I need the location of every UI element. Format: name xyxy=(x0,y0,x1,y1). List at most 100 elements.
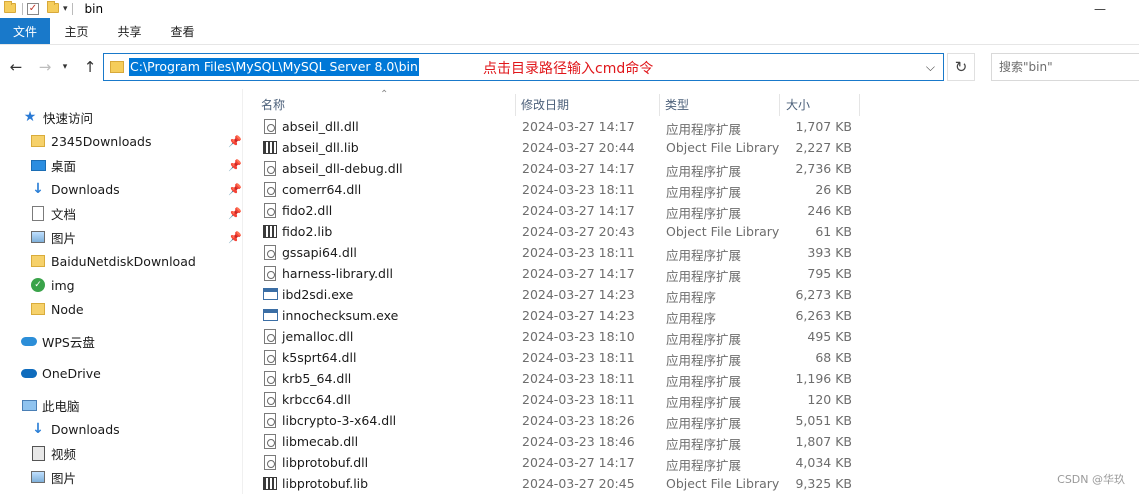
pin-icon[interactable]: 📌 xyxy=(228,231,242,244)
file-row[interactable]: krbcc64.dll 2024-03-23 18:11 应用程序扩展 120 KB xyxy=(258,389,858,410)
column-header-type[interactable]: 类型 xyxy=(665,92,775,116)
library-file-icon xyxy=(263,141,277,154)
search-box[interactable] xyxy=(991,53,1139,81)
sidebar-item-pc-downloads[interactable]: ↓ Downloads xyxy=(30,417,120,441)
sidebar-item-img[interactable]: ✓ img xyxy=(30,273,75,297)
tab-view[interactable]: 查看 xyxy=(156,18,209,44)
sidebar-item-quick-access[interactable]: ★ 快速访问 xyxy=(22,105,93,129)
sidebar-item-videos[interactable]: 视频 xyxy=(30,441,76,465)
pin-icon[interactable]: 📌 xyxy=(228,135,242,148)
dll-file-icon xyxy=(264,161,276,176)
forward-arrow-icon[interactable]: → xyxy=(34,56,56,78)
sidebar-item-documents[interactable]: 文档 xyxy=(30,201,76,225)
file-row[interactable]: k5sprt64.dll 2024-03-23 18:11 应用程序扩展 68 KB xyxy=(258,347,858,368)
sidebar-item-onedrive[interactable]: OneDrive xyxy=(21,361,101,385)
refresh-button[interactable]: ↻ xyxy=(947,53,975,81)
video-icon xyxy=(30,445,46,461)
pin-icon[interactable]: 📌 xyxy=(228,183,242,196)
file-row[interactable]: innochecksum.exe 2024-03-27 14:23 应用程序 6,26… xyxy=(258,305,858,326)
dll-file-icon xyxy=(264,371,276,386)
file-list: ⌃ 名称 修改日期 类型 大小 abseil_dll.dll 2024-03-27… xyxy=(243,89,1139,494)
file-row[interactable]: libcrypto-3-x64.dll 2024-03-23 18:26 应用程序扩… xyxy=(258,410,858,431)
column-divider[interactable] xyxy=(659,94,660,116)
file-name: innochecksum.exe xyxy=(282,308,399,323)
pin-icon[interactable]: 📌 xyxy=(228,159,242,172)
picture-icon xyxy=(30,229,46,245)
file-size: 68 KB xyxy=(815,350,852,365)
dll-file-icon xyxy=(264,182,276,197)
sidebar-item-this-pc[interactable]: 此电脑 xyxy=(21,393,80,417)
file-row[interactable]: harness-library.dll 2024-03-27 14:17 应用程序扩… xyxy=(258,263,858,284)
up-arrow-icon[interactable]: ↑ xyxy=(79,56,101,78)
file-row[interactable]: libmecab.dll 2024-03-23 18:46 应用程序扩展 1,807 … xyxy=(258,431,858,452)
tab-file[interactable]: 文件 xyxy=(0,18,50,44)
file-row[interactable]: fido2.lib 2024-03-27 20:43 Object File Lib… xyxy=(258,221,858,242)
file-size: 2,736 KB xyxy=(795,161,852,176)
dll-file-icon xyxy=(264,455,276,470)
file-row[interactable]: krb5_64.dll 2024-03-23 18:11 应用程序扩展 1,196 K… xyxy=(258,368,858,389)
file-size: 1,196 KB xyxy=(795,371,852,386)
file-name: fido2.lib xyxy=(282,224,333,239)
column-divider[interactable] xyxy=(515,94,516,116)
tab-share[interactable]: 共享 xyxy=(103,18,156,44)
file-date: 2024-03-23 18:11 xyxy=(522,245,635,260)
file-row[interactable]: libprotobuf.dll 2024-03-27 14:17 应用程序扩展 4,0… xyxy=(258,452,858,473)
sidebar-item-pc-pictures[interactable]: 图片 xyxy=(30,465,76,489)
file-type: 应用程序 xyxy=(666,311,717,326)
column-divider[interactable] xyxy=(859,94,860,116)
sidebar-item-label: Downloads xyxy=(51,181,120,197)
file-row[interactable]: gssapi64.dll 2024-03-23 18:11 应用程序扩展 393 KB xyxy=(258,242,858,263)
onedrive-cloud-icon xyxy=(21,365,37,381)
column-header-size[interactable]: 大小 xyxy=(786,92,856,116)
file-size: 26 KB xyxy=(815,182,852,197)
address-path[interactable]: C:\Program Files\MySQL\MySQL Server 8.0\… xyxy=(129,58,419,76)
download-arrow-icon: ↓ xyxy=(32,421,44,437)
file-name: libmecab.dll xyxy=(282,434,359,449)
sidebar-item-node[interactable]: Node xyxy=(30,297,84,321)
sidebar-item-wps-cloud[interactable]: WPS云盘 xyxy=(21,329,95,353)
new-folder-icon[interactable] xyxy=(47,1,61,15)
file-size: 246 KB xyxy=(807,203,852,218)
sidebar-item-label: 此电脑 xyxy=(42,398,80,414)
pin-icon[interactable]: 📌 xyxy=(228,207,242,220)
file-row[interactable]: jemalloc.dll 2024-03-23 18:10 应用程序扩展 495 KB xyxy=(258,326,858,347)
tab-home[interactable]: 主页 xyxy=(50,18,103,44)
recent-locations-chevron-icon[interactable]: ▾ xyxy=(58,56,72,78)
file-date: 2024-03-23 18:10 xyxy=(522,329,635,344)
file-size: 120 KB xyxy=(807,392,852,407)
file-row[interactable]: abseil_dll-debug.dll 2024-03-27 14:17 应用程序… xyxy=(258,158,858,179)
window-title: bin xyxy=(84,2,104,16)
file-date: 2024-03-23 18:11 xyxy=(522,350,635,365)
sidebar-item-pictures[interactable]: 图片 xyxy=(30,225,76,249)
sidebar-item-baidunetdiskdownload[interactable]: BaiduNetdiskDownload xyxy=(30,249,196,273)
address-dropdown-chevron-icon[interactable]: ⌵ xyxy=(926,60,935,75)
file-type: 应用程序扩展 xyxy=(666,164,742,179)
file-row[interactable]: comerr64.dll 2024-03-23 18:11 应用程序扩展 26 KB xyxy=(258,179,858,200)
properties-checkmark-icon[interactable]: ✓ xyxy=(27,3,39,15)
column-header-date[interactable]: 修改日期 xyxy=(521,92,651,116)
file-row[interactable]: abseil_dll.lib 2024-03-27 20:44 Object Fil… xyxy=(258,137,858,158)
navigation-bar: ← → ▾ ↑ C:\Program Files\MySQL\MySQL Ser… xyxy=(0,45,1139,89)
file-date: 2024-03-27 14:23 xyxy=(522,308,635,323)
minimize-button[interactable]: — xyxy=(1080,0,1120,18)
file-size: 393 KB xyxy=(807,245,852,260)
search-input[interactable] xyxy=(999,60,1139,74)
file-date: 2024-03-27 14:17 xyxy=(522,119,635,134)
back-arrow-icon[interactable]: ← xyxy=(5,56,27,78)
column-divider[interactable] xyxy=(779,94,780,116)
column-header-name[interactable]: 名称 xyxy=(261,92,511,116)
file-type: 应用程序扩展 xyxy=(666,395,742,410)
address-bar[interactable]: C:\Program Files\MySQL\MySQL Server 8.0\… xyxy=(103,53,944,81)
file-row[interactable]: ibd2sdi.exe 2024-03-27 14:23 应用程序 6,273 KB xyxy=(258,284,858,305)
file-size: 1,707 KB xyxy=(795,119,852,134)
file-size: 795 KB xyxy=(807,266,852,281)
sidebar-item-desktop[interactable]: 桌面 xyxy=(30,153,76,177)
sidebar-item-downloads[interactable]: ↓ Downloads xyxy=(30,177,120,201)
file-row[interactable]: libprotobuf.lib 2024-03-27 20:45 Object Fi… xyxy=(258,473,858,494)
file-name: comerr64.dll xyxy=(282,182,362,197)
quick-access-dropdown-icon[interactable]: ▾ xyxy=(63,4,68,14)
file-row[interactable]: fido2.dll 2024-03-27 14:17 应用程序扩展 246 KB xyxy=(258,200,858,221)
sidebar-item-2345downloads[interactable]: 2345Downloads xyxy=(30,129,151,153)
dll-file-icon xyxy=(264,266,276,281)
file-row[interactable]: abseil_dll.dll 2024-03-27 14:17 应用程序扩展 1,70… xyxy=(258,116,858,137)
